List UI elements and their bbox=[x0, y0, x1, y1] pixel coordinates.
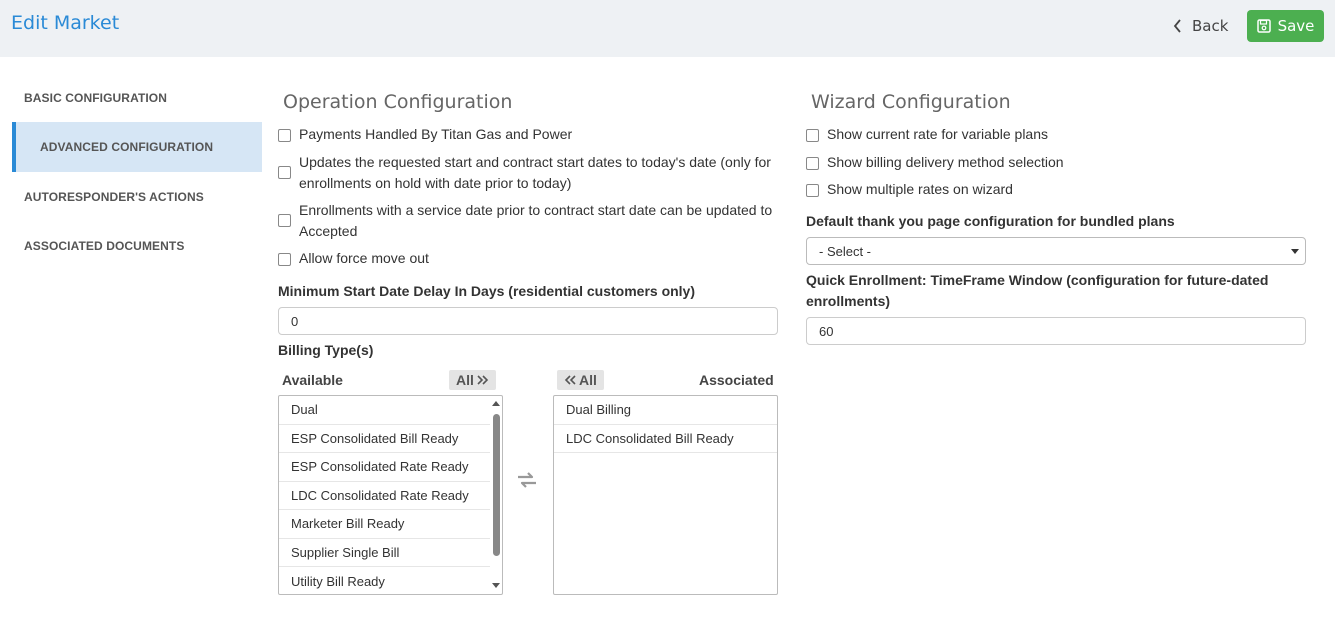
back-button[interactable]: Back bbox=[1172, 15, 1228, 37]
billing-types-label: Billing Type(s) bbox=[278, 342, 374, 358]
associated-label: Associated bbox=[699, 372, 774, 388]
sidebar-item-label: ADVANCED CONFIGURATION bbox=[40, 140, 214, 154]
move-all-left-button[interactable]: All bbox=[557, 370, 604, 390]
checkbox[interactable] bbox=[278, 214, 291, 227]
all-label: All bbox=[456, 372, 474, 388]
double-chevron-left-icon bbox=[564, 375, 576, 385]
scrollbar[interactable] bbox=[490, 396, 502, 594]
save-label: Save bbox=[1277, 17, 1315, 35]
list-item[interactable]: Dual bbox=[279, 396, 490, 425]
timeframe-window-label: Quick Enrollment: TimeFrame Window (conf… bbox=[806, 272, 1269, 309]
timeframe-window-input[interactable]: 60 bbox=[806, 317, 1306, 345]
check-show-current-rate: Show current rate for variable plans bbox=[806, 124, 1306, 145]
wizard-config-title: Wizard Configuration bbox=[811, 91, 1011, 113]
double-chevron-right-icon bbox=[477, 375, 489, 385]
list-item[interactable]: ESP Consolidated Rate Ready bbox=[279, 453, 490, 482]
sidebar-item-advanced-configuration[interactable]: ADVANCED CONFIGURATION bbox=[12, 122, 262, 172]
check-enrollments-accepted: Enrollments with a service date prior to… bbox=[278, 200, 778, 242]
check-label: Show billing delivery method selection bbox=[827, 154, 1064, 170]
save-button[interactable]: Save bbox=[1247, 10, 1324, 42]
checkbox[interactable] bbox=[806, 157, 819, 170]
all-label: All bbox=[579, 372, 597, 388]
list-item[interactable]: LDC Consolidated Rate Ready bbox=[279, 482, 490, 510]
check-payments-handled: Payments Handled By Titan Gas and Power bbox=[278, 124, 778, 145]
check-label: Allow force move out bbox=[299, 250, 429, 266]
scroll-down-arrow-icon[interactable] bbox=[492, 583, 500, 588]
thankyou-config-select[interactable]: - Select - bbox=[806, 237, 1306, 265]
check-label: Updates the requested start and contract… bbox=[299, 154, 771, 191]
checkbox[interactable] bbox=[278, 253, 291, 266]
floppy-disk-icon bbox=[1256, 19, 1271, 33]
check-allow-force-move-out: Allow force move out bbox=[278, 248, 778, 269]
sidebar-item-associated-documents[interactable]: ASSOCIATED DOCUMENTS bbox=[12, 221, 262, 271]
min-delay-input[interactable]: 0 bbox=[278, 307, 778, 335]
scroll-up-arrow-icon[interactable] bbox=[492, 401, 500, 406]
check-update-start-dates: Updates the requested start and contract… bbox=[278, 152, 778, 194]
list-item[interactable]: ESP Consolidated Bill Ready bbox=[279, 425, 490, 453]
check-label: Show current rate for variable plans bbox=[827, 126, 1048, 142]
list-item[interactable]: Dual Billing bbox=[554, 396, 777, 425]
thankyou-config-value: - Select - bbox=[819, 243, 872, 259]
sidebar-item-label: AUTORESPONDER'S ACTIONS bbox=[24, 190, 204, 204]
page-header: Edit Market Back Save bbox=[0, 0, 1335, 57]
page-title: Edit Market bbox=[11, 12, 120, 34]
associated-list[interactable]: Dual Billing LDC Consolidated Bill Ready bbox=[553, 395, 778, 595]
sidebar-item-label: BASIC CONFIGURATION bbox=[24, 91, 168, 105]
list-item[interactable]: Utility Bill Ready bbox=[279, 567, 490, 594]
check-label: Show multiple rates on wizard bbox=[827, 181, 1013, 197]
sidebar-item-label: ASSOCIATED DOCUMENTS bbox=[24, 239, 185, 253]
check-label: Enrollments with a service date prior to… bbox=[299, 202, 773, 239]
list-item[interactable]: Supplier Single Bill bbox=[279, 539, 490, 567]
list-item[interactable]: LDC Consolidated Bill Ready bbox=[554, 425, 777, 453]
checkbox[interactable] bbox=[806, 129, 819, 142]
back-label: Back bbox=[1192, 17, 1229, 35]
scroll-thumb[interactable] bbox=[493, 414, 500, 556]
min-delay-label: Minimum Start Date Delay In Days (reside… bbox=[278, 283, 696, 299]
timeframe-window-value: 60 bbox=[819, 323, 834, 339]
check-label: Payments Handled By Titan Gas and Power bbox=[299, 126, 573, 142]
available-label: Available bbox=[282, 372, 343, 388]
sidebar-item-basic-configuration[interactable]: BASIC CONFIGURATION bbox=[12, 73, 262, 123]
min-delay-value: 0 bbox=[291, 313, 299, 329]
check-show-billing-delivery: Show billing delivery method selection bbox=[806, 152, 1306, 173]
operation-config-title: Operation Configuration bbox=[283, 91, 513, 113]
checkbox[interactable] bbox=[278, 166, 291, 179]
available-list[interactable]: Dual ESP Consolidated Bill Ready ESP Con… bbox=[278, 395, 503, 595]
list-item[interactable]: Marketer Bill Ready bbox=[279, 510, 490, 539]
caret-down-icon bbox=[1291, 249, 1299, 254]
move-all-right-button[interactable]: All bbox=[449, 370, 496, 390]
thankyou-config-label: Default thank you page configuration for… bbox=[806, 213, 1175, 229]
checkbox[interactable] bbox=[278, 129, 291, 142]
sidebar-item-autoresponders-actions[interactable]: AUTORESPONDER'S ACTIONS bbox=[12, 172, 262, 222]
checkbox[interactable] bbox=[806, 184, 819, 197]
chevron-left-icon bbox=[1173, 19, 1181, 33]
check-show-multiple-rates: Show multiple rates on wizard bbox=[806, 179, 1306, 200]
swap-arrows-icon[interactable] bbox=[516, 471, 538, 489]
